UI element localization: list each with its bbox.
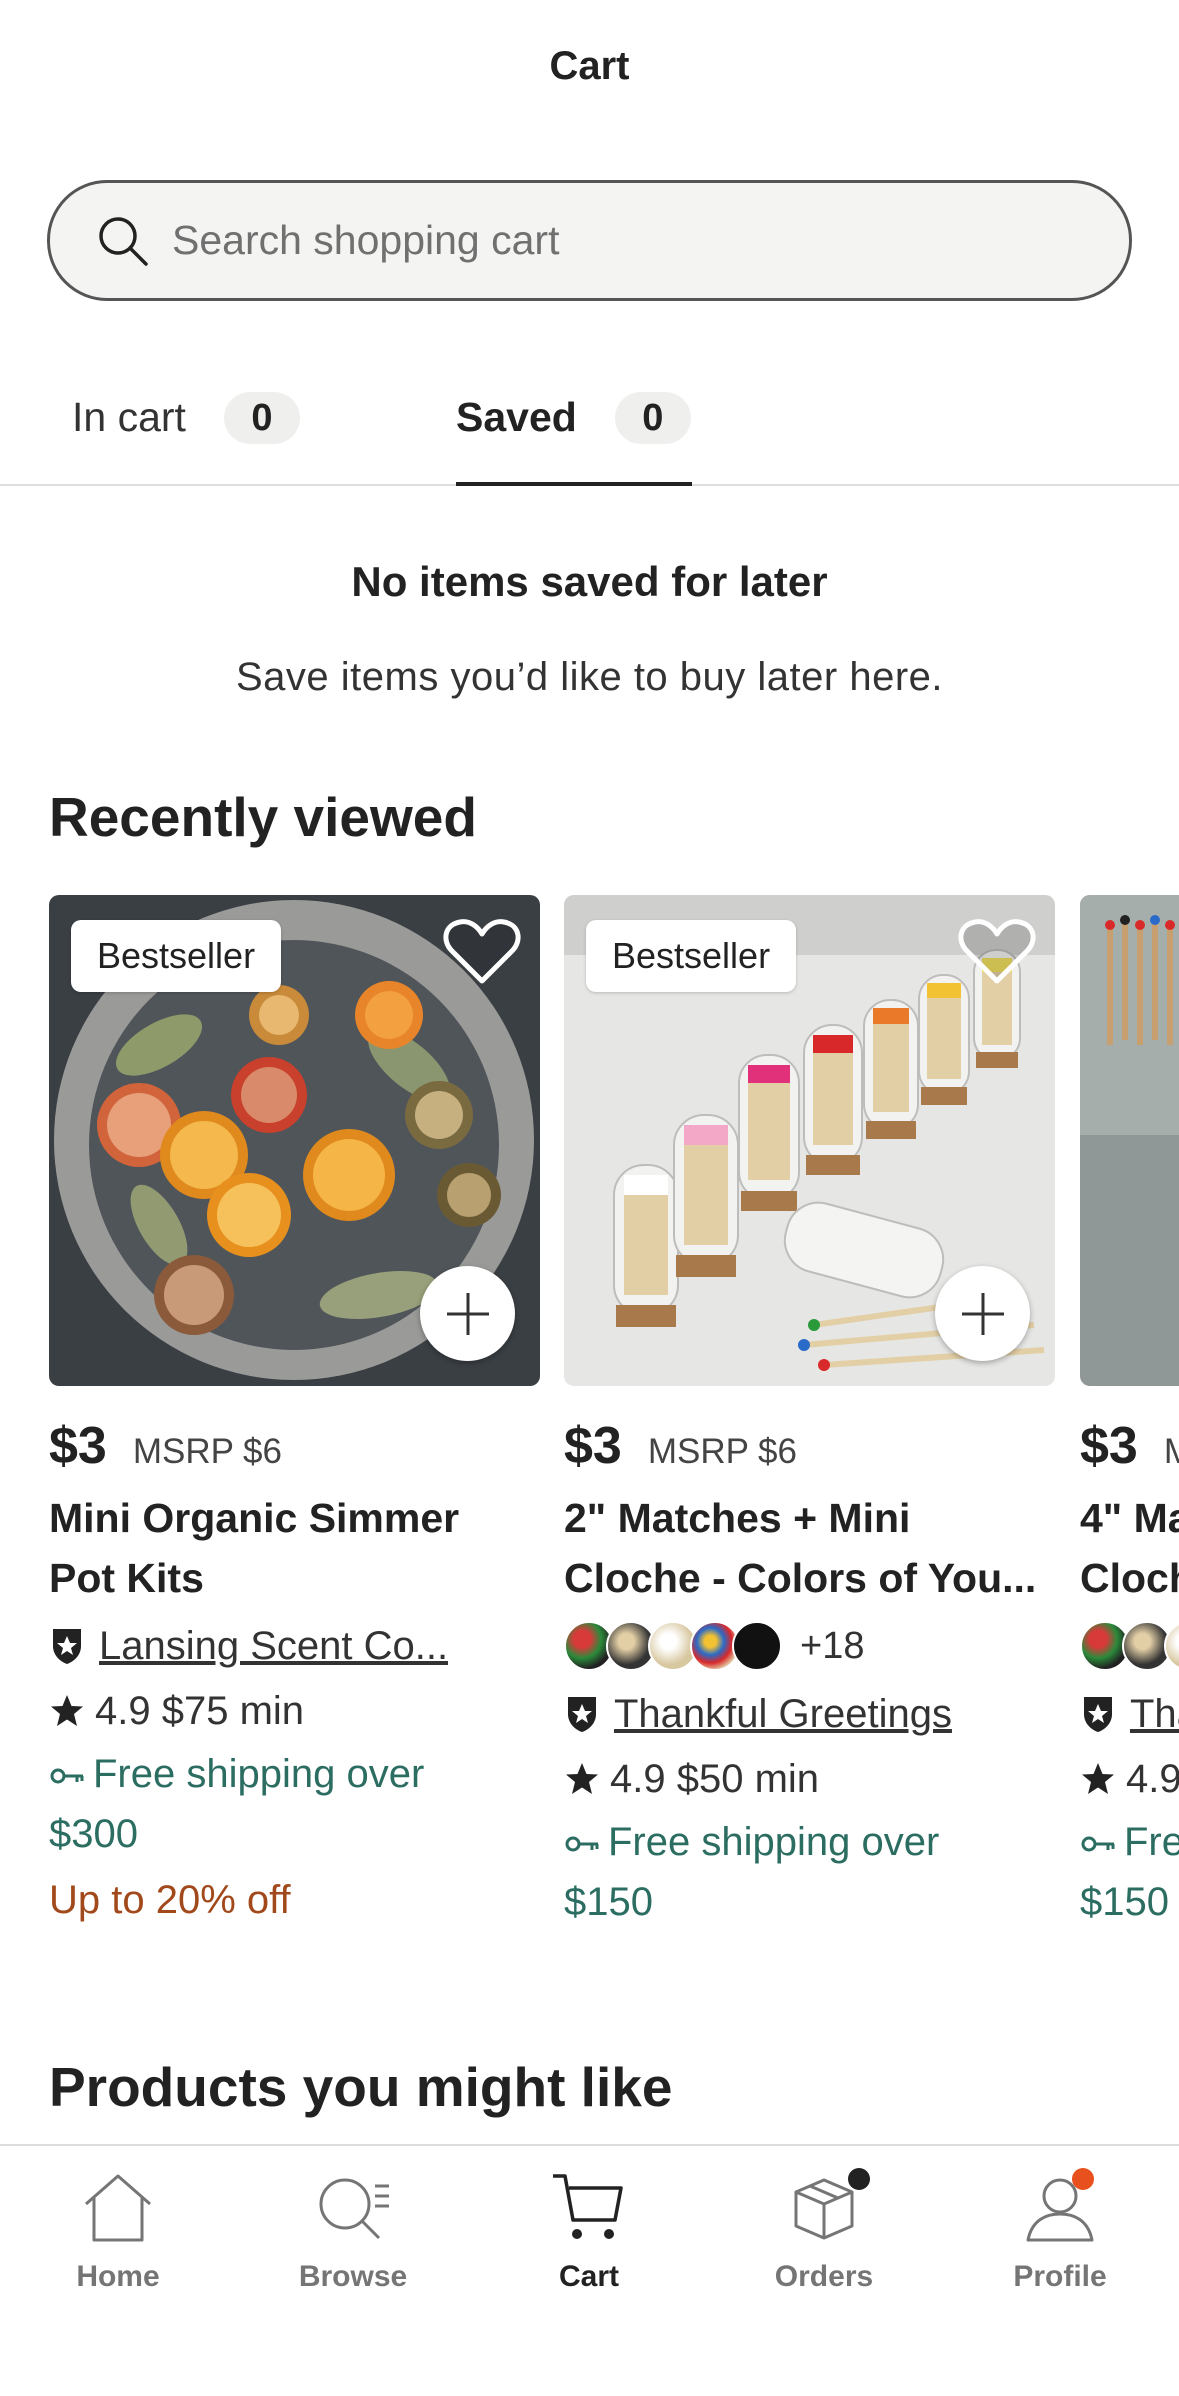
shop-link[interactable]: Lansing Scent Co...: [99, 1624, 448, 1669]
msrp: MSRP $6: [1163, 1432, 1179, 1471]
bottom-nav: Home Browse Cart Orders Profile: [0, 2144, 1179, 2396]
nav-cart[interactable]: Cart: [489, 2168, 689, 2294]
shop-badge-icon: [53, 1629, 81, 1664]
nav-cart-label: Cart: [558, 2260, 619, 2293]
price: $3: [564, 1417, 622, 1475]
more-swatches-count: +18: [800, 1624, 865, 1667]
shop-badge-icon: [1084, 1697, 1112, 1732]
free-shipping-threshold: $150: [1080, 1880, 1169, 1924]
star-icon: [1082, 1763, 1114, 1794]
nav-profile[interactable]: Profile: [960, 2168, 1160, 2294]
search-bar[interactable]: [47, 180, 1132, 301]
home-icon: [85, 2174, 151, 2242]
recently-viewed-heading: Recently viewed: [49, 786, 477, 848]
bestseller-badge: Bestseller: [71, 920, 282, 992]
star-icon: [566, 1763, 598, 1794]
product-card[interactable]: Bestseller $3 MSRP $6 Mini Organic Simme…: [49, 895, 540, 1930]
nav-orders[interactable]: Orders: [724, 2168, 924, 2294]
page-title: Cart: [549, 44, 630, 88]
tab-saved-count: 0: [614, 392, 691, 444]
tab-in-cart-label: In cart: [72, 394, 186, 440]
key-icon: [50, 1768, 84, 1784]
search-icon: [99, 216, 148, 266]
key-icon: [565, 1836, 599, 1852]
empty-state-subtitle: Save items you’d like to buy later here.: [235, 655, 943, 699]
price: $3: [1080, 1417, 1138, 1475]
nav-home[interactable]: Home: [18, 2168, 218, 2294]
product-card[interactable]: Bestseller $3 MSRP $6 2" Matches + Mini …: [564, 895, 1055, 1932]
add-to-cart-button[interactable]: [935, 1266, 1030, 1361]
color-swatches[interactable]: +18: [564, 1616, 1055, 1676]
nav-profile-label: Profile: [1013, 2260, 1107, 2293]
rating-and-minimum: 4.9 $75 min: [95, 1688, 305, 1733]
profile-notification-dot: [1072, 2168, 1094, 2190]
favorite-heart-icon[interactable]: [442, 917, 522, 987]
tab-in-cart[interactable]: In cart 0: [72, 370, 300, 486]
nav-orders-label: Orders: [774, 2260, 874, 2293]
products-you-might-like-heading: Products you might like: [49, 2056, 673, 2118]
free-shipping-note: Free shipping over: [49, 1744, 540, 1804]
tab-saved-label: Saved: [456, 394, 577, 440]
product-name[interactable]: 4" Matches + Mini: [1080, 1488, 1179, 1548]
bestseller-badge: Bestseller: [586, 920, 797, 992]
rating-and-minimum: 4.9 $50 min: [1126, 1756, 1179, 1801]
product-name-line2[interactable]: Cloche: [1080, 1548, 1179, 1608]
product-name-line2[interactable]: Cloche - Colors of You...: [564, 1548, 1055, 1608]
star-icon: [51, 1695, 83, 1726]
swatch: [1164, 1621, 1179, 1671]
free-shipping-threshold: $150: [564, 1880, 653, 1924]
search-input[interactable]: [172, 217, 1072, 264]
orders-notification-dot: [848, 2168, 870, 2190]
product-name[interactable]: 2" Matches + Mini: [564, 1488, 1055, 1548]
discount-text: Up to 20% off: [49, 1878, 291, 1922]
cart-tabs: In cart 0 Saved 0: [0, 370, 1179, 486]
product-card[interactable]: $3 MSRP $6 4" Matches + Mini Cloche Than…: [1080, 895, 1179, 1932]
shop-link[interactable]: Thankful Greetings: [1130, 1692, 1179, 1737]
product-name[interactable]: Mini Organic Simmer: [49, 1488, 540, 1548]
product-name-line2[interactable]: Pot Kits: [49, 1548, 540, 1608]
price: $3: [49, 1417, 107, 1475]
cart-icon: [553, 2174, 623, 2239]
nav-home-label: Home: [76, 2260, 160, 2293]
free-shipping-threshold: $300: [49, 1812, 138, 1856]
product-image[interactable]: Bestseller: [564, 895, 1055, 1386]
shop-badge-icon: [568, 1697, 596, 1732]
product-image[interactable]: Bestseller: [49, 895, 540, 1386]
tab-in-cart-count: 0: [223, 392, 300, 444]
key-icon: [1081, 1836, 1115, 1852]
empty-state-title: No items saved for later: [351, 558, 828, 605]
nav-browse-label: Browse: [298, 2260, 408, 2293]
tab-saved[interactable]: Saved 0: [456, 370, 692, 486]
product-image[interactable]: [1080, 895, 1179, 1386]
add-to-cart-button[interactable]: [420, 1266, 515, 1361]
msrp: MSRP $6: [132, 1432, 282, 1471]
nav-browse[interactable]: Browse: [253, 2168, 453, 2294]
color-swatches[interactable]: [1080, 1616, 1179, 1676]
free-shipping-note: Free shipping over: [564, 1812, 1055, 1872]
swatch: [732, 1621, 782, 1671]
free-shipping-note: Free shipping over: [1080, 1812, 1179, 1872]
matches-cloche-photo: [1080, 895, 1179, 1386]
browse-icon: [319, 2178, 389, 2240]
shop-link[interactable]: Thankful Greetings: [614, 1692, 952, 1737]
rating-and-minimum: 4.9 $50 min: [610, 1756, 820, 1801]
favorite-heart-icon[interactable]: [957, 917, 1037, 987]
msrp: MSRP $6: [647, 1432, 797, 1471]
